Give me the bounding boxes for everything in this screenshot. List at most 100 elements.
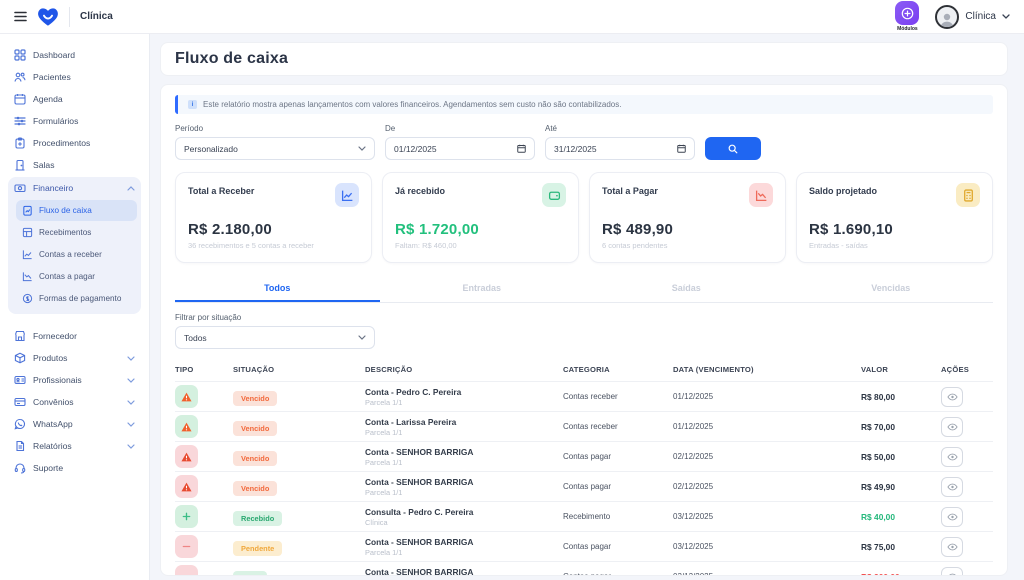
page-title: Fluxo de caixa <box>175 50 993 68</box>
patients-icon <box>14 71 26 83</box>
sidebar-item-formularios[interactable]: Formulários <box>8 110 141 132</box>
sidebar-item-contas-a-pagar[interactable]: Contas a pagar <box>16 266 137 287</box>
chevron-down-icon <box>127 422 135 427</box>
divider <box>69 7 70 27</box>
tab-vencidas[interactable]: Vencidas <box>789 277 994 302</box>
info-banner: i Este relatório mostra apenas lançament… <box>175 95 993 114</box>
chart-line-up-icon <box>335 183 359 207</box>
chevron-down-icon <box>358 335 366 340</box>
overdue-expense-icon <box>175 445 198 468</box>
sidebar-item-salas[interactable]: Salas <box>8 154 141 176</box>
table-row: Vencido Conta - Pedro C. PereiraParcela … <box>175 381 993 411</box>
sidebar-item-agenda[interactable]: Agenda <box>8 88 141 110</box>
modules-button[interactable]: Módulos <box>895 1 919 32</box>
chart-line-up-icon <box>22 249 33 260</box>
transactions-table: TIPO SITUAÇÃO DESCRIÇÃO CATEGORIA DATA (… <box>175 357 993 576</box>
period-label: Período <box>175 124 375 133</box>
card-subtitle: 6 contas pendentes <box>602 241 773 250</box>
summary-cards: Total a Receber R$ 2.180,00 36 recebimen… <box>175 172 993 263</box>
calendar-icon <box>677 144 686 153</box>
tab-saidas[interactable]: Saídas <box>584 277 789 302</box>
sidebar-item-fluxo-de-caixa[interactable]: Fluxo de caixa <box>16 200 137 221</box>
info-icon: i <box>188 100 197 109</box>
table-row: Vencido Conta - SENHOR BARRIGAParcela 1/… <box>175 441 993 471</box>
status-badge: Vencido <box>233 451 277 466</box>
sidebar-item-fornecedor[interactable]: Fornecedor <box>8 325 141 347</box>
status-badge: Vencido <box>233 421 277 436</box>
table-row: Recebido Consulta - Pedro C. PereiraClín… <box>175 501 993 531</box>
income-plus-icon <box>175 505 198 528</box>
search-button[interactable] <box>705 137 761 160</box>
info-banner-text: Este relatório mostra apenas lançamentos… <box>203 100 621 109</box>
status-badge: Pendente <box>233 541 282 556</box>
plus-circle-icon <box>895 1 919 25</box>
chevron-down-icon <box>1002 14 1010 19</box>
avatar <box>935 5 959 29</box>
date-from-input[interactable]: 01/12/2025 <box>385 137 535 160</box>
card-subtitle: 36 recebimentos e 5 contas a receber <box>188 241 359 250</box>
dashboard-icon <box>14 49 26 61</box>
card-ja-recebido: Já recebido R$ 1.720,00 Faltam: R$ 460,0… <box>382 172 579 263</box>
eye-icon <box>947 453 958 461</box>
situation-select[interactable]: Todos <box>175 326 375 349</box>
sidebar-item-whatsapp[interactable]: WhatsApp <box>8 413 141 435</box>
menu-icon[interactable] <box>14 11 27 22</box>
table-header: TIPO SITUAÇÃO DESCRIÇÃO CATEGORIA DATA (… <box>175 357 993 381</box>
sidebar-item-profissionais[interactable]: Profissionais <box>8 369 141 391</box>
sidebar-item-relatorios[interactable]: Relatórios <box>8 435 141 457</box>
sidebar-item-formas-de-pagamento[interactable]: Formas de pagamento <box>16 288 137 309</box>
account-menu[interactable]: Clínica <box>935 5 1010 29</box>
card-value: R$ 2.180,00 <box>188 221 359 238</box>
calculator-icon <box>956 183 980 207</box>
door-icon <box>14 159 26 171</box>
report-icon <box>14 440 26 452</box>
card-icon <box>14 396 26 408</box>
view-row-button[interactable] <box>941 447 963 467</box>
view-row-button[interactable] <box>941 387 963 407</box>
status-badge: Vencido <box>233 391 277 406</box>
sidebar-item-recebimentos[interactable]: Recebimentos <box>16 222 137 243</box>
status-badge: Vencido <box>233 481 277 496</box>
eye-icon <box>947 393 958 401</box>
view-row-button[interactable] <box>941 507 963 527</box>
situation-label: Filtrar por situação <box>175 313 993 322</box>
sidebar-item-pacientes[interactable]: Pacientes <box>8 66 141 88</box>
chevron-up-icon <box>127 186 135 191</box>
sidebar-item-dashboard[interactable]: Dashboard <box>8 44 141 66</box>
card-saldo-projetado: Saldo projetado R$ 1.690,10 Entradas - s… <box>796 172 993 263</box>
clinic-heart-logo <box>37 7 59 27</box>
sidebar-item-financeiro[interactable]: Financeiro <box>8 177 141 199</box>
date-to-input[interactable]: 31/12/2025 <box>545 137 695 160</box>
whatsapp-icon <box>14 418 26 430</box>
card-subtitle: Entradas - saídas <box>809 241 980 250</box>
card-value: R$ 1.690,10 <box>809 221 980 238</box>
sidebar-item-convenios[interactable]: Convênios <box>8 391 141 413</box>
money-icon <box>14 182 26 194</box>
sidebar-group-financeiro: Financeiro Fluxo de caixa Recebimentos C… <box>8 177 141 314</box>
filter-bar: Período Personalizado De 01/12/2025 Até <box>175 124 993 160</box>
wallet-icon <box>542 183 566 207</box>
eye-icon <box>947 573 958 577</box>
chevron-down-icon <box>127 378 135 383</box>
view-row-button[interactable] <box>941 537 963 557</box>
chevron-down-icon <box>358 146 366 151</box>
chart-line-down-icon <box>22 271 33 282</box>
box-icon <box>14 352 26 364</box>
sidebar-item-suporte[interactable]: Suporte <box>8 457 141 479</box>
view-row-button[interactable] <box>941 567 963 577</box>
sidebar-item-contas-a-receber[interactable]: Contas a receber <box>16 244 137 265</box>
table-row: Pendente Conta - SENHOR BARRIGAParcela 1… <box>175 531 993 561</box>
payment-icon <box>22 293 33 304</box>
tab-bar: Todos Entradas Saídas Vencidas <box>175 277 993 303</box>
table-row: Vencido Conta - Larissa PereiraParcela 1… <box>175 411 993 441</box>
sidebar-item-procedimentos[interactable]: Procedimentos <box>8 132 141 154</box>
view-row-button[interactable] <box>941 417 963 437</box>
chevron-down-icon <box>127 444 135 449</box>
card-value: R$ 489,90 <box>602 221 773 238</box>
view-row-button[interactable] <box>941 477 963 497</box>
date-to-label: Até <box>545 124 695 133</box>
period-select[interactable]: Personalizado <box>175 137 375 160</box>
tab-todos[interactable]: Todos <box>175 277 380 302</box>
sidebar-item-produtos[interactable]: Produtos <box>8 347 141 369</box>
tab-entradas[interactable]: Entradas <box>380 277 585 302</box>
